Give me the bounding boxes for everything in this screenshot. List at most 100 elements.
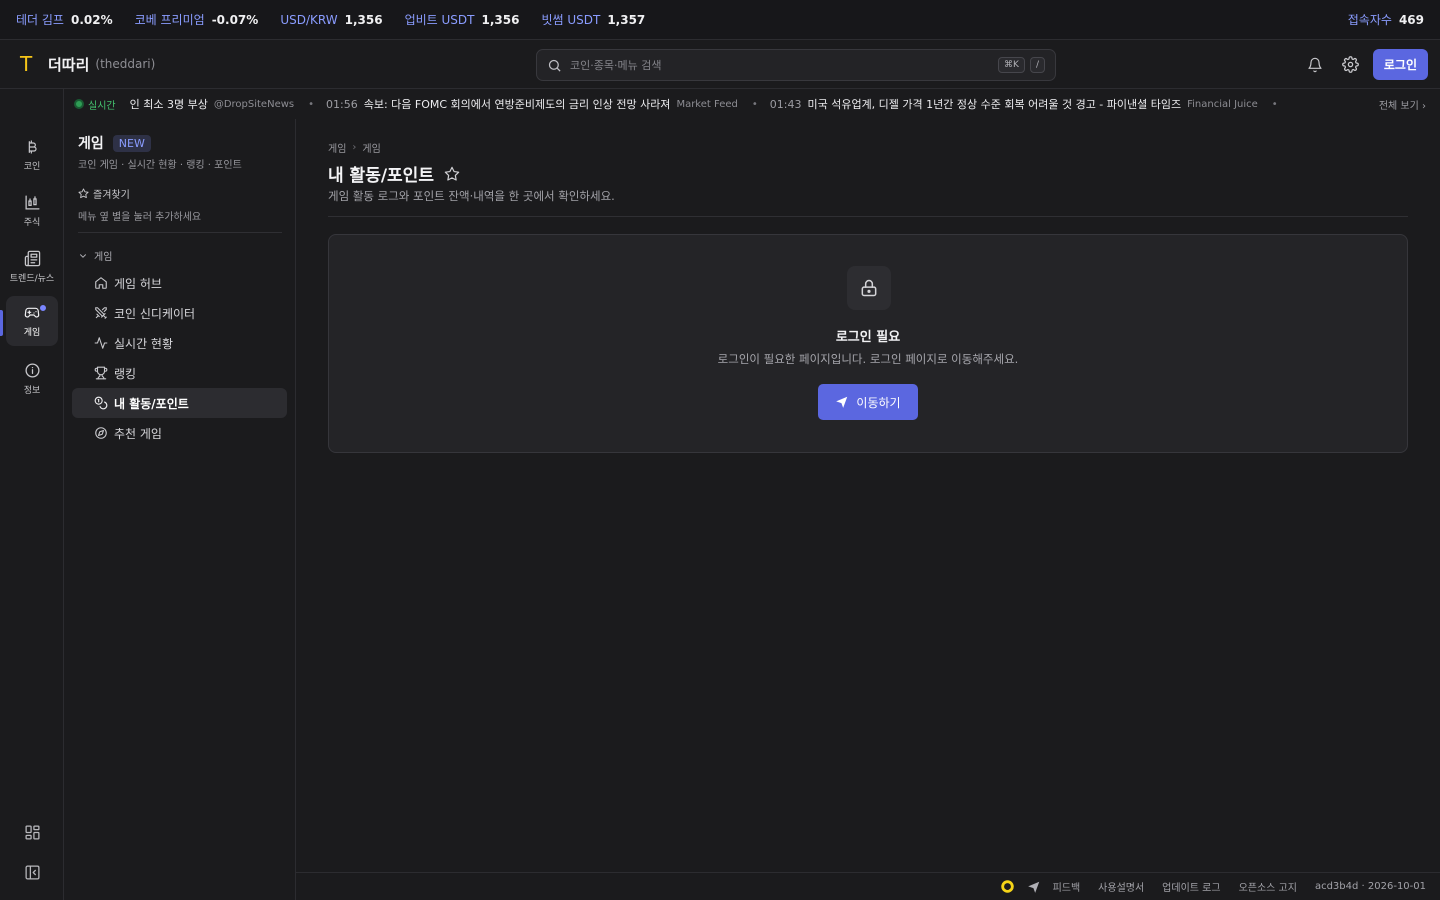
search-input[interactable] [570,58,994,72]
rail-item-label: 주식 [23,218,41,228]
menu-item-label: 실시간 현황 [114,336,174,351]
rail-item-game[interactable]: 게임 [6,296,58,346]
home-icon [94,276,108,290]
collapse-sidebar-button[interactable] [20,860,44,884]
visitor-count-label: 접속자수 [1347,13,1392,27]
page-title-text: 내 활동/포인트 [328,166,434,186]
bitcoin-icon [24,139,40,155]
active-indicator [0,310,3,336]
rail-item-coin[interactable]: 코인 [6,130,58,180]
live-dot-icon [74,99,84,109]
page-description: 게임 활동 로그와 포인트 잔액·내역을 한 곳에서 확인하세요. [328,189,615,203]
ticker-item-upbit-usdt[interactable]: 업비트 USDT 1,356 [405,11,520,28]
trophy-icon [94,366,108,380]
card-description: 로그인이 필요한 페이지입니다. 로그인 페이지로 이동해주세요. [717,352,1019,366]
news-source: Market Feed [676,98,738,110]
login-required-card: 로그인 필요 로그인이 필요한 페이지입니다. 로그인 페이지로 이동해주세요.… [328,234,1408,453]
chart-icon [24,194,41,211]
logo-mark-icon: T [20,52,33,76]
footer-link-oss-notice[interactable]: 오픈소스 고지 [1239,879,1297,894]
apps-grid-button[interactable] [20,820,44,844]
news-source: @DropSiteNews [213,98,295,110]
shortcut-cmd-k: ⌘K [998,57,1025,73]
telegram-icon[interactable] [1027,880,1041,894]
ticker-value: 1,357 [607,12,646,27]
footer-link-manual[interactable]: 사용설명서 [1098,879,1144,894]
ticker-value: -0.07% [211,12,259,27]
rail-item-label: 트렌드/뉴스 [9,274,55,284]
menu-group-label: 게임 [94,252,113,263]
menu-item-label: 추천 게임 [114,426,162,441]
app-footer: 피드백 사용설명서 업데이트 로그 오픈소스 고지 acd3b4d · 2026… [296,872,1440,900]
notifications-button[interactable] [1301,51,1329,79]
ticker-label: 코베 프리미엄 [134,13,205,27]
gear-icon [1342,56,1360,73]
kakao-chat-icon[interactable] [1000,879,1015,894]
news-ticker: 실시간 인 최소 3명 부상 @DropSiteNews • 01:56 속보:… [64,89,1440,119]
rail-item-info[interactable]: 정보 [6,354,58,404]
see-all-news-link[interactable]: 전체 보기 › [1379,97,1426,112]
build-version: acd3b4d · 2026-10-01 [1314,881,1426,892]
search-icon [547,58,562,73]
favorite-star-button[interactable] [444,166,460,182]
divider [328,216,1408,217]
news-time: 01:43 [769,97,802,111]
breadcrumb-item[interactable]: 게임 [328,140,346,155]
menu-group-toggle[interactable]: 게임 [78,248,112,263]
menu-item-label: 코인 신디케이터 [114,306,196,321]
section-description: 코인 게임 · 실시간 현황 · 랭킹 · 포인트 [78,160,242,171]
visitor-count-value: 469 [1398,12,1424,27]
brand-logo[interactable]: T 더따리 (theddari) [20,52,155,76]
brand-name: 더따리 [48,55,90,74]
footer-link-feedback[interactable]: 피드백 [1053,879,1081,894]
ticker-label: 빗썸 USDT [541,13,601,27]
main-content: 게임 › 게임 내 활동/포인트 게임 활동 로그와 포인트 잔액·내역을 한 … [296,119,1440,872]
card-title: 로그인 필요 [835,330,901,345]
menu-item-game-hub[interactable]: 게임 허브 [72,268,287,298]
new-indicator-dot [39,304,47,312]
menu-item-label: 게임 허브 [114,276,162,291]
favorites-hint: 메뉴 옆 별을 눌러 추가하세요 [78,212,202,223]
ticker-item-coinbase-premium[interactable]: 코베 프리미엄 -0.07% [135,11,259,28]
divider [78,232,282,233]
ticker-label: 업비트 USDT [404,13,475,27]
news-time: 01:56 [326,97,358,111]
news-separator: • [751,98,758,110]
menu-item-live-status[interactable]: 실시간 현황 [72,328,287,358]
rail-item-trends-news[interactable]: 트렌드/뉴스 [6,242,58,292]
menu-item-my-activity-points[interactable]: 내 활동/포인트 [72,388,287,418]
compass-icon [94,426,108,440]
star-outline-icon [444,166,460,181]
rail-item-label: 코인 [23,161,41,172]
star-outline-icon [78,188,89,199]
footer-link-changelog[interactable]: 업데이트 로그 [1162,879,1220,894]
news-item[interactable]: 인 최소 3명 부상 @DropSiteNews [130,96,295,112]
login-button[interactable]: 로그인 [1372,49,1428,80]
menu-item-coin-syndicator[interactable]: 코인 신디케이터 [72,298,287,328]
chevron-right-icon: › [352,142,357,153]
go-to-login-button[interactable]: 이동하기 [818,384,918,420]
news-item[interactable]: 01:56 속보: 다음 FOMC 회의에서 연방준비제도의 금리 인상 전망 … [326,96,738,112]
menu-item-ranking[interactable]: 랭킹 [72,358,287,388]
ticker-item-tether-premium[interactable]: 테더 김프 0.02% [16,11,113,28]
global-search[interactable]: ⌘K / [536,49,1056,81]
app-header: T 더따리 (theddari) ⌘K / 로그인 [0,40,1440,89]
ticker-value: 1,356 [481,12,520,27]
breadcrumb-item[interactable]: 게임 [362,140,380,155]
rail-item-stocks[interactable]: 주식 [6,186,58,236]
header-actions: 로그인 [1301,49,1428,80]
visitor-count: 접속자수 469 [1348,11,1424,28]
live-label: 실시간 [88,100,116,112]
news-headline: 속보: 다음 FOMC 회의에서 연방준비제도의 금리 인상 전망 사라져 [363,98,671,111]
live-indicator: 실시간 [74,97,116,112]
favorites-header: 즐겨찾기 [78,186,130,201]
ticker-item-usd-krw[interactable]: USD/KRW 1,356 [280,13,382,27]
news-item[interactable]: 01:43 미국 석유업계, 디젤 가격 1년간 정상 수준 회복 어려울 것 … [770,96,1258,112]
grid-icon [24,824,41,841]
news-track: 인 최소 3명 부상 @DropSiteNews • 01:56 속보: 다음 … [130,96,1340,112]
settings-button[interactable] [1337,51,1365,79]
menu-item-recommended-games[interactable]: 추천 게임 [72,418,287,448]
lock-icon [847,266,891,310]
ticker-item-bithumb-usdt[interactable]: 빗썸 USDT 1,357 [541,11,645,28]
menu-item-label: 랭킹 [114,366,137,381]
